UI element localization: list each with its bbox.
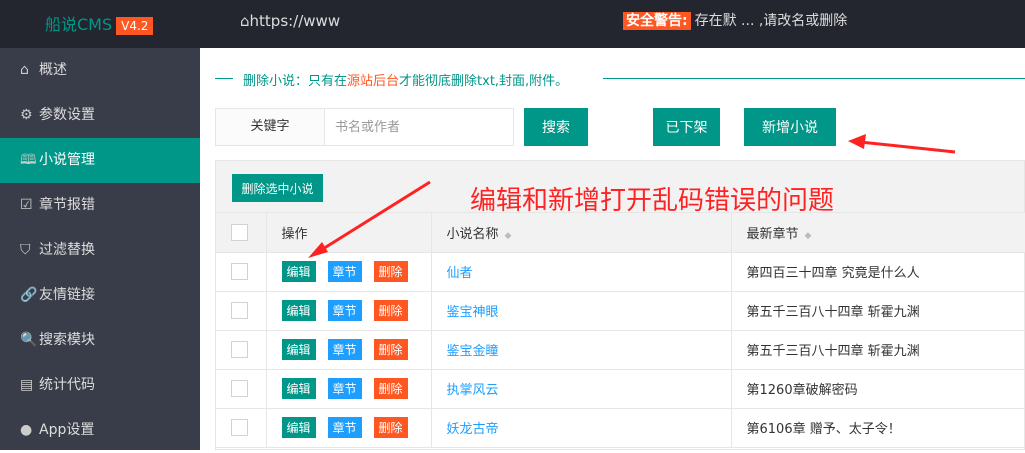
arrow-head [308,242,328,258]
arrow-to-add [859,140,956,154]
arrow-to-edit [317,180,431,254]
arrow-head [848,134,866,149]
annotation-arrows [308,134,956,258]
